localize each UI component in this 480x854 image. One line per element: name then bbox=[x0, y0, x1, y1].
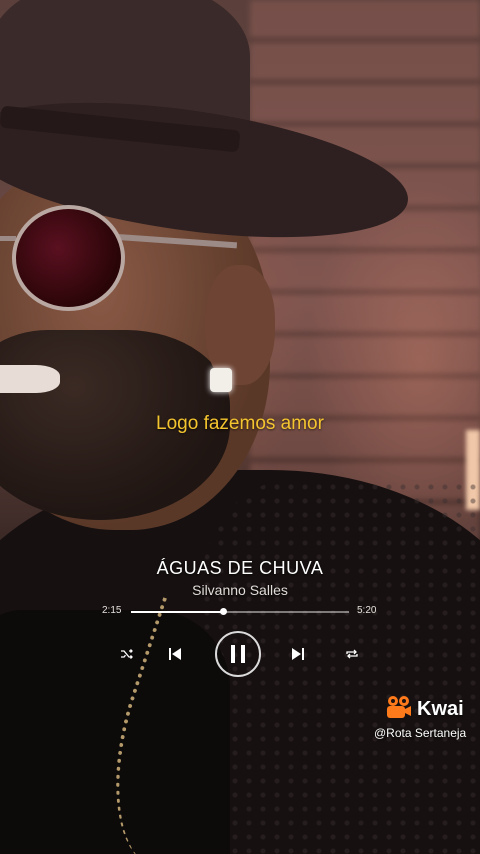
kwai-camera-icon bbox=[385, 694, 413, 725]
earring bbox=[210, 368, 232, 392]
video-frame[interactable]: Logo fazemos amor ÁGUAS DE CHUVA Silvann… bbox=[0, 0, 480, 854]
ear bbox=[205, 265, 275, 385]
shuffle-button[interactable] bbox=[118, 645, 136, 663]
shuffle-icon bbox=[120, 648, 134, 660]
elapsed-time: 2:15 bbox=[102, 605, 122, 616]
next-button[interactable] bbox=[288, 644, 308, 664]
progress-thumb[interactable] bbox=[219, 608, 227, 615]
previous-button[interactable] bbox=[165, 644, 185, 664]
channel-handle: @Rota Sertaneja bbox=[374, 726, 467, 740]
progress-fill bbox=[131, 611, 223, 613]
duration-time: 5:20 bbox=[357, 605, 377, 616]
pause-icon bbox=[229, 644, 247, 664]
skip-next-icon bbox=[291, 647, 305, 661]
song-title: ÁGUAS DE CHUVA bbox=[156, 558, 324, 578]
pause-button[interactable] bbox=[215, 631, 261, 677]
skip-previous-icon bbox=[168, 647, 182, 661]
kwai-brand-text: Kwai bbox=[417, 698, 464, 720]
kwai-watermark: Kwai bbox=[385, 694, 464, 725]
progress-bar[interactable] bbox=[131, 608, 349, 615]
smile bbox=[0, 365, 60, 393]
glasses-bridge bbox=[0, 236, 16, 241]
glasses-lens bbox=[12, 205, 125, 311]
lyric-line: Logo fazemos amor bbox=[156, 413, 324, 434]
repeat-icon bbox=[345, 648, 359, 660]
song-artist: Silvanno Salles bbox=[192, 582, 288, 598]
repeat-button[interactable] bbox=[343, 645, 361, 663]
